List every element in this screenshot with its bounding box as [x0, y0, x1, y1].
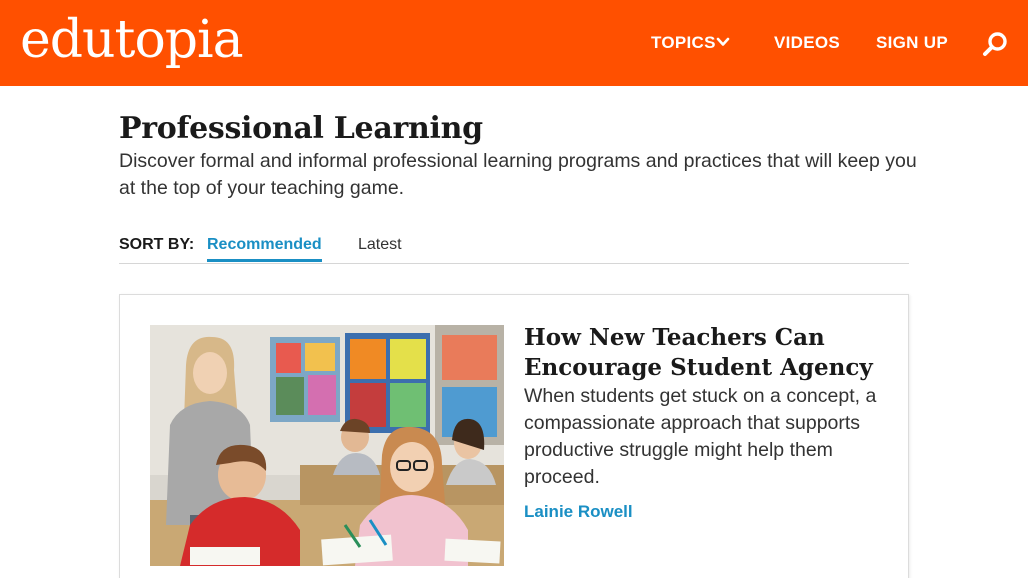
article-description: When students get stuck on a concept, a … [524, 385, 877, 488]
page-title: Professional Learning [119, 111, 483, 146]
sort-option-recommended[interactable]: Recommended [207, 236, 322, 262]
nav-videos[interactable]: VIDEOS [774, 32, 840, 54]
page-description: Discover formal and informal professiona… [119, 150, 917, 199]
search-icon[interactable] [982, 31, 1008, 57]
site-header: edutopia TOPICS VIDEOS SIGN UP [0, 0, 1028, 86]
sort-bar: SORT BY: Recommended Latest [119, 233, 909, 264]
article-author-link[interactable]: Lainie Rowell [524, 502, 633, 522]
article-title[interactable]: How New Teachers Can Encourage Student A… [524, 323, 884, 383]
chevron-down-icon[interactable] [716, 35, 730, 49]
sort-label: SORT BY: [119, 236, 195, 253]
article-image[interactable] [150, 325, 504, 566]
nav-sign-up[interactable]: SIGN UP [876, 32, 948, 54]
sort-option-latest[interactable]: Latest [358, 236, 402, 254]
nav-topics[interactable]: TOPICS [651, 32, 716, 54]
article-card[interactable]: How New Teachers Can Encourage Student A… [119, 294, 909, 578]
edutopia-logo[interactable]: edutopia [20, 8, 244, 72]
